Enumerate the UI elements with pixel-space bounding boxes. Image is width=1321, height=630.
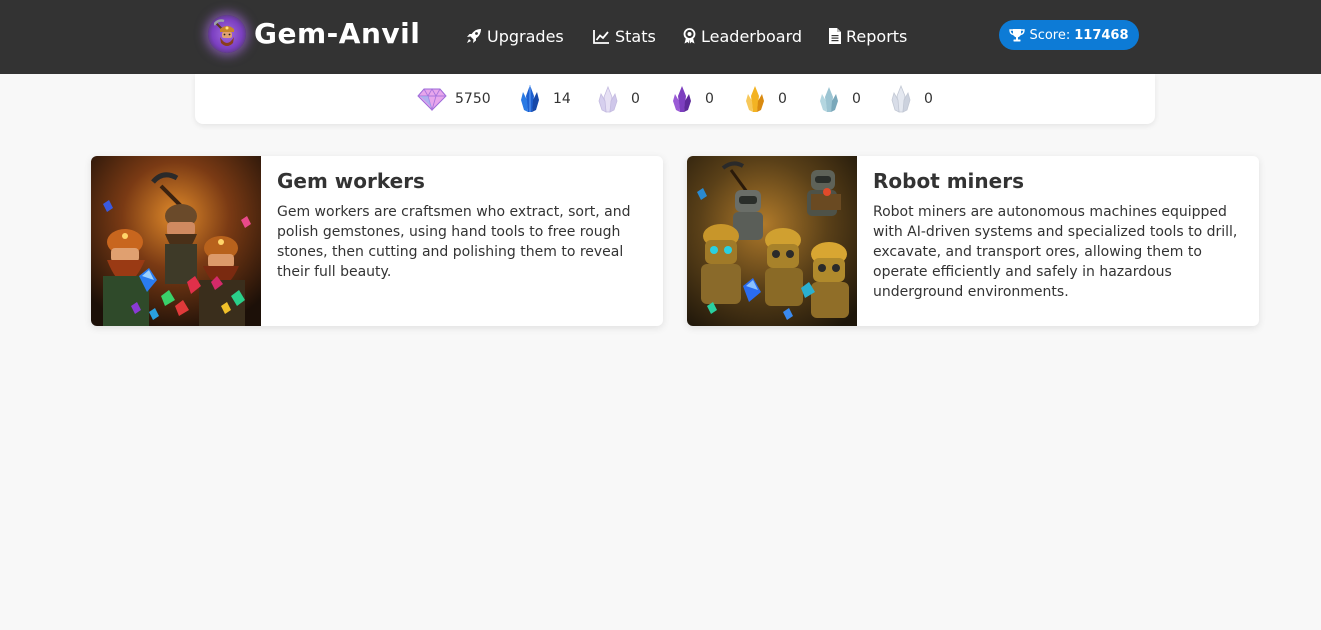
brand-home-link[interactable]: Gem-Anvil bbox=[208, 15, 420, 53]
robot-miners-image bbox=[687, 156, 857, 326]
trophy-icon bbox=[1009, 29, 1026, 42]
amber-crystal-icon bbox=[740, 84, 770, 114]
resource-bar: 5750 14 0 0 0 0 0 bbox=[195, 74, 1155, 124]
resource-teal-crystal: 0 bbox=[814, 84, 861, 114]
award-ribbon-icon bbox=[683, 28, 696, 44]
silver-crystal-icon bbox=[886, 84, 916, 114]
card-title: Gem workers bbox=[277, 169, 425, 193]
nav-label-leaderboard: Leaderboard bbox=[701, 26, 803, 46]
resource-count: 0 bbox=[852, 91, 861, 107]
white-crystal-icon bbox=[593, 84, 623, 114]
blue-crystal-icon bbox=[515, 84, 545, 114]
line-chart-icon bbox=[593, 29, 609, 44]
score-badge[interactable]: Score: 117468 bbox=[999, 20, 1139, 50]
resource-count: 5750 bbox=[455, 91, 491, 107]
purple-crystal-icon bbox=[667, 84, 697, 114]
resource-white-crystal: 0 bbox=[593, 84, 640, 114]
nav-link-stats[interactable]: Stats bbox=[593, 24, 656, 48]
nav-link-reports[interactable]: Reports bbox=[829, 24, 907, 48]
dwarf-gem-workers-image bbox=[91, 156, 261, 326]
teal-crystal-icon bbox=[814, 84, 844, 114]
resource-silver-crystal: 0 bbox=[886, 84, 933, 114]
nav-label-reports: Reports bbox=[846, 26, 908, 46]
card-description: Gem workers are craftsmen who extract, s… bbox=[277, 204, 631, 280]
resource-count: 0 bbox=[631, 91, 640, 107]
pink-diamond-icon bbox=[417, 84, 447, 114]
card-body: Gem workers Gem workers are craftsmen wh… bbox=[277, 168, 647, 282]
score-value: 117468 bbox=[1074, 27, 1129, 43]
resource-pink-diamond: 5750 bbox=[417, 84, 491, 114]
top-navbar: Gem-Anvil Upgrades Stats Leaderboard Rep… bbox=[0, 0, 1321, 74]
resource-amber-crystal: 0 bbox=[740, 84, 787, 114]
card-description: Robot miners are autonomous machines equ… bbox=[873, 204, 1238, 300]
nav-label-upgrades: Upgrades bbox=[487, 26, 564, 46]
score-label: Score: bbox=[1029, 27, 1071, 43]
card-title: Robot miners bbox=[873, 169, 1024, 193]
nav-link-leaderboard[interactable]: Leaderboard bbox=[683, 24, 802, 48]
resource-count: 0 bbox=[924, 91, 933, 107]
resource-count: 0 bbox=[705, 91, 714, 107]
card-robot-miners[interactable]: Robot miners Robot miners are autonomous… bbox=[687, 156, 1259, 326]
card-body: Robot miners Robot miners are autonomous… bbox=[873, 168, 1243, 302]
nav-label-stats: Stats bbox=[615, 26, 656, 46]
card-gem-workers[interactable]: Gem workers Gem workers are craftsmen wh… bbox=[91, 156, 663, 326]
nav-link-upgrades[interactable]: Upgrades bbox=[466, 24, 564, 48]
document-icon bbox=[829, 28, 841, 44]
resource-count: 14 bbox=[553, 91, 571, 107]
resource-blue-crystal: 14 bbox=[515, 84, 571, 114]
resource-count: 0 bbox=[778, 91, 787, 107]
rocket-icon bbox=[467, 29, 481, 43]
dwarf-miner-icon bbox=[208, 15, 246, 53]
resource-purple-crystal: 0 bbox=[667, 84, 714, 114]
brand-name: Gem-Anvil bbox=[254, 17, 421, 50]
